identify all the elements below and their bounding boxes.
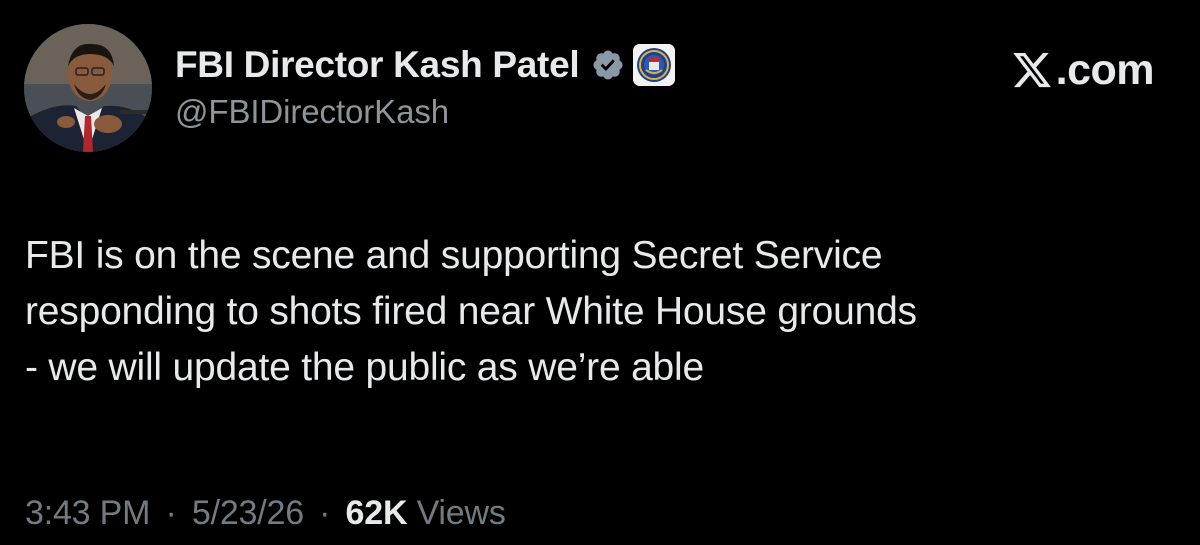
tweet-header: FBI Director Kash Patel @FBIDirectorKash	[175, 40, 676, 131]
tweet-time[interactable]: 3:43 PM	[25, 494, 150, 533]
tweet-date[interactable]: 5/23/26	[192, 494, 304, 533]
avatar-photo	[24, 24, 152, 152]
tweet-text: FBI is on the scene and supporting Secre…	[25, 234, 917, 389]
views-label[interactable]: Views	[417, 494, 506, 533]
meta-separator: ·	[165, 494, 177, 532]
views-count[interactable]: 62K	[346, 494, 408, 533]
x-logo-icon	[1010, 49, 1054, 91]
fbi-seal-icon[interactable]	[633, 44, 676, 86]
display-name[interactable]: FBI Director Kash Patel	[175, 44, 580, 86]
brand-watermark: .com	[1010, 44, 1155, 96]
brand-label: .com	[1055, 45, 1155, 94]
tweet-card: FBI Director Kash Patel @FBIDirectorKash…	[0, 0, 1200, 545]
avatar[interactable]	[24, 24, 152, 152]
verified-badge-icon[interactable]	[591, 48, 625, 82]
meta-separator: ·	[319, 494, 331, 532]
name-row: FBI Director Kash Patel	[175, 40, 676, 90]
author-handle[interactable]: @FBIDirectorKash	[175, 93, 675, 131]
tweet-meta: 3:43 PM · 5/23/26 · 62K Views	[25, 494, 506, 533]
